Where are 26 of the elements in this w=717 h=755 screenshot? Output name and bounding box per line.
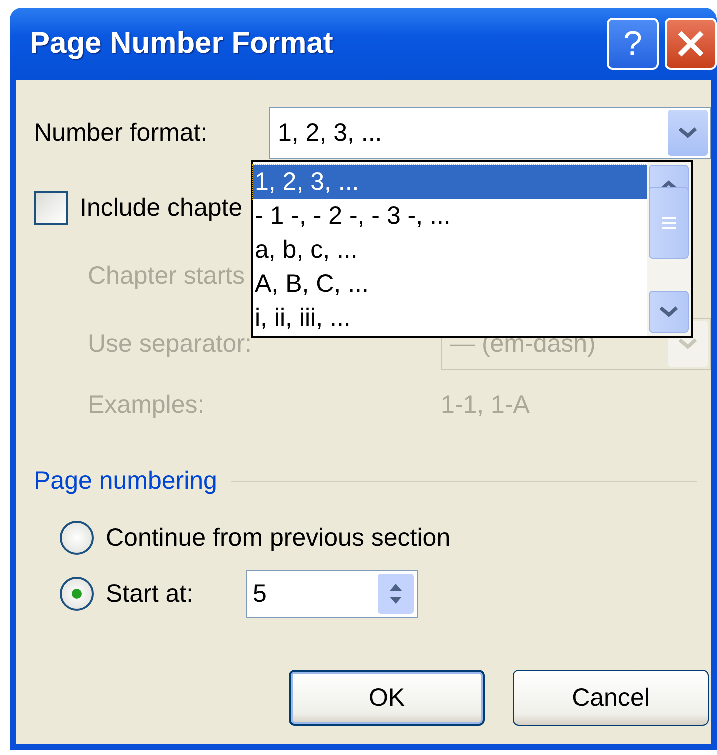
- close-icon: [676, 29, 706, 59]
- window-title: Page Number Format: [30, 27, 334, 61]
- field-label: Examples:: [88, 390, 206, 420]
- spinner-value: 5: [253, 580, 268, 608]
- group-title: Page numbering: [34, 467, 218, 496]
- field-label: Chapter starts: [88, 262, 246, 290]
- dropdown-value: 1, 2, 3, ...: [278, 118, 384, 148]
- grip-icon: [661, 216, 677, 230]
- number-format-dropdown[interactable]: 1, 2, 3, ...: [269, 107, 711, 159]
- help-button[interactable]: ?: [607, 18, 659, 70]
- close-button[interactable]: [665, 18, 717, 70]
- examples-value: 1-1, 1-A: [441, 390, 530, 420]
- cancel-button[interactable]: Cancel: [513, 670, 709, 726]
- checkbox[interactable]: [34, 191, 68, 225]
- start-at-spinner[interactable]: 5: [246, 570, 418, 618]
- radio-button[interactable]: [60, 577, 94, 611]
- ok-button[interactable]: OK: [289, 670, 485, 726]
- field-label: Use separator:: [88, 330, 253, 358]
- radio-label: Start at:: [106, 580, 195, 608]
- scroll-bar[interactable]: [647, 162, 691, 336]
- radio-button[interactable]: [60, 521, 94, 555]
- checkbox-label: Include chapte: [80, 194, 243, 222]
- scroll-down-icon: [659, 306, 679, 318]
- radio-label: Continue from previous section: [106, 524, 451, 552]
- field-label: Number format:: [34, 118, 209, 148]
- dropdown-option[interactable]: 1, 2, 3, ...: [253, 165, 647, 199]
